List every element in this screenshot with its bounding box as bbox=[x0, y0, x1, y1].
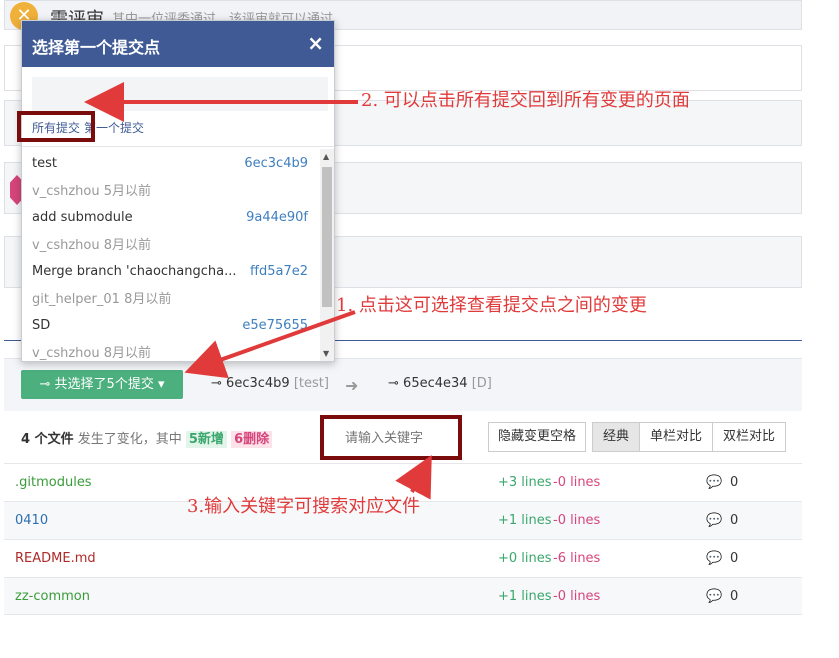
annotation-2: 2. 可以点击所有提交回到所有变更的页面 bbox=[361, 90, 690, 111]
annotation-1: 1. 点击这可选择查看提交点之间的变更 bbox=[336, 295, 647, 316]
annotation-3: 3.输入关键字可搜索对应文件 bbox=[187, 496, 421, 517]
arrow-3 bbox=[395, 454, 432, 500]
arrow-1 bbox=[184, 310, 356, 379]
